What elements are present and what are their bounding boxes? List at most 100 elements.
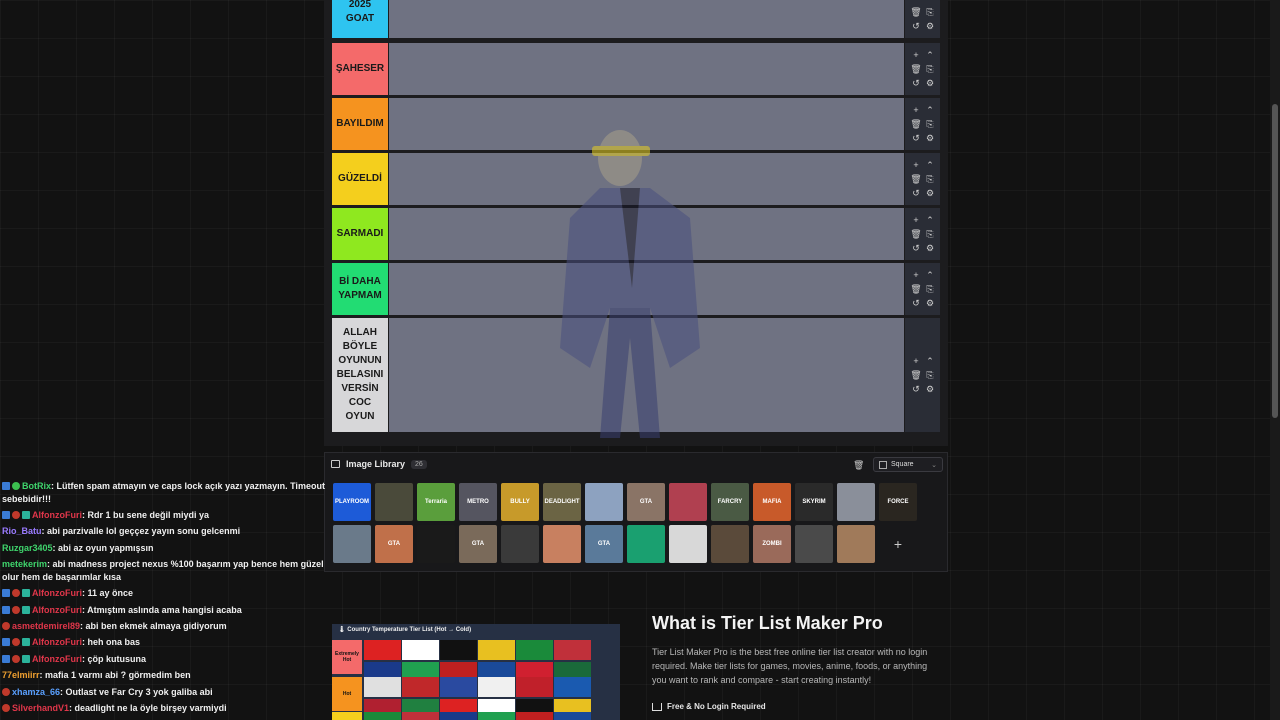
library-thumbnail[interactable] — [669, 483, 707, 521]
library-thumbnail[interactable] — [795, 525, 833, 563]
add-icon[interactable]: + — [909, 354, 923, 368]
settings-icon[interactable]: ⚙ — [923, 186, 937, 200]
badge-icon — [12, 638, 20, 647]
library-thumbnail[interactable]: GTA — [585, 525, 623, 563]
chat-username[interactable]: metekerim — [2, 559, 47, 569]
reset-icon[interactable]: ↺ — [909, 186, 923, 200]
library-thumbnail[interactable] — [501, 525, 539, 563]
add-icon[interactable]: + — [909, 48, 923, 62]
reset-icon[interactable]: ↺ — [909, 241, 923, 255]
tier-drop-zone[interactable] — [389, 43, 904, 95]
add-icon[interactable]: + — [909, 158, 923, 172]
add-image-button[interactable]: + — [879, 525, 917, 563]
settings-icon[interactable]: ⚙ — [923, 76, 937, 90]
tier-drop-zone[interactable] — [389, 318, 904, 432]
library-thumbnail[interactable]: SKYRIM — [795, 483, 833, 521]
copy-icon[interactable]: ⎘ — [923, 62, 937, 76]
library-thumbnail[interactable] — [711, 525, 749, 563]
settings-icon[interactable]: ⚙ — [923, 241, 937, 255]
move-up-icon[interactable]: ⌃ — [923, 268, 937, 282]
tier-label[interactable]: ALLAH BÖYLE OYUNUN BELASINI VERSİN COC O… — [332, 318, 388, 432]
chat-username[interactable]: asmetdemirel89 — [12, 621, 80, 631]
chat-username[interactable]: Ruzgar3405 — [2, 543, 53, 553]
tier-label[interactable]: GÜZELDİ — [332, 153, 388, 205]
tier-drop-zone[interactable] — [389, 153, 904, 205]
trash-icon[interactable]: 🗑 — [909, 368, 923, 382]
chat-username[interactable]: 77elmiirr — [2, 670, 40, 680]
library-thumbnail[interactable] — [627, 525, 665, 563]
settings-icon[interactable]: ⚙ — [923, 131, 937, 145]
chat-username[interactable]: AlfonzoFuri — [32, 637, 82, 647]
trash-icon[interactable]: 🗑 — [909, 227, 923, 241]
chat-username[interactable]: xhamza_66 — [12, 687, 60, 697]
library-thumbnail[interactable]: PLAYROOM — [333, 483, 371, 521]
settings-icon[interactable]: ⚙ — [923, 19, 937, 33]
library-thumbnail[interactable]: FARCRY — [711, 483, 749, 521]
trash-icon[interactable]: 🗑 — [853, 460, 864, 471]
settings-icon[interactable]: ⚙ — [923, 382, 937, 396]
tier-drop-zone[interactable] — [389, 98, 904, 150]
library-thumbnail[interactable] — [543, 525, 581, 563]
library-thumbnail[interactable]: GTA — [375, 525, 413, 563]
chat-username[interactable]: SilverhandV1 — [12, 703, 69, 713]
tier-label[interactable]: ŞAHESER — [332, 43, 388, 95]
size-select[interactable]: Square ⌄ — [873, 457, 943, 472]
chat-username[interactable]: AlfonzoFuri — [32, 654, 82, 664]
trash-icon[interactable]: 🗑 — [909, 5, 923, 19]
library-thumbnail[interactable]: BULLY — [501, 483, 539, 521]
copy-icon[interactable]: ⎘ — [923, 368, 937, 382]
reset-icon[interactable]: ↺ — [909, 382, 923, 396]
tier-drop-zone[interactable] — [389, 208, 904, 260]
tier-label[interactable]: SARMADI — [332, 208, 388, 260]
add-icon[interactable]: + — [909, 213, 923, 227]
library-thumbnail[interactable]: Terraria — [417, 483, 455, 521]
scrollbar-thumb[interactable] — [1272, 104, 1278, 418]
library-thumbnail[interactable]: GTA — [459, 525, 497, 563]
copy-icon[interactable]: ⎘ — [923, 117, 937, 131]
library-thumbnail[interactable] — [417, 525, 455, 563]
library-thumbnail[interactable]: FORCE — [879, 483, 917, 521]
chat-username[interactable]: AlfonzoFuri — [32, 605, 82, 615]
tier-label[interactable]: 2025 GOAT — [332, 0, 388, 38]
tier-label[interactable]: BAYILDIM — [332, 98, 388, 150]
tier-label[interactable]: Bİ DAHA YAPMAM — [332, 263, 388, 315]
copy-icon[interactable]: ⎘ — [923, 227, 937, 241]
page-scrollbar[interactable] — [1270, 0, 1280, 720]
library-thumbnail[interactable]: ZOMBI — [753, 525, 791, 563]
library-thumbnail[interactable] — [837, 525, 875, 563]
chat-username[interactable]: Rio_Batu — [2, 526, 42, 536]
tier-drop-zone[interactable] — [389, 263, 904, 315]
chat-username[interactable]: AlfonzoFuri — [32, 510, 82, 520]
reset-icon[interactable]: ↺ — [909, 19, 923, 33]
trash-icon[interactable]: 🗑 — [909, 62, 923, 76]
reset-icon[interactable]: ↺ — [909, 296, 923, 310]
move-up-icon[interactable]: ⌃ — [923, 48, 937, 62]
tier-drop-zone[interactable] — [389, 0, 904, 38]
library-thumbnail[interactable] — [669, 525, 707, 563]
copy-icon[interactable]: ⎘ — [923, 5, 937, 19]
library-thumbnail[interactable]: MAFIA — [753, 483, 791, 521]
copy-icon[interactable]: ⎘ — [923, 282, 937, 296]
trash-icon[interactable]: 🗑 — [909, 172, 923, 186]
copy-icon[interactable]: ⎘ — [923, 172, 937, 186]
reset-icon[interactable]: ↺ — [909, 131, 923, 145]
settings-icon[interactable]: ⚙ — [923, 296, 937, 310]
move-up-icon[interactable]: ⌃ — [923, 354, 937, 368]
library-thumbnail[interactable] — [837, 483, 875, 521]
library-thumbnail[interactable]: METRO — [459, 483, 497, 521]
reset-icon[interactable]: ↺ — [909, 76, 923, 90]
chat-username[interactable]: AlfonzoFuri — [32, 588, 82, 598]
library-thumbnail[interactable] — [333, 525, 371, 563]
move-up-icon[interactable]: ⌃ — [923, 213, 937, 227]
library-thumbnail[interactable]: GTA — [627, 483, 665, 521]
library-thumbnail[interactable]: DEADLIGHT — [543, 483, 581, 521]
trash-icon[interactable]: 🗑 — [909, 282, 923, 296]
add-icon[interactable]: + — [909, 103, 923, 117]
add-icon[interactable]: + — [909, 268, 923, 282]
library-thumbnail[interactable] — [585, 483, 623, 521]
trash-icon[interactable]: 🗑 — [909, 117, 923, 131]
library-thumbnail[interactable] — [375, 483, 413, 521]
chat-username[interactable]: BotRix — [22, 481, 51, 491]
move-up-icon[interactable]: ⌃ — [923, 103, 937, 117]
move-up-icon[interactable]: ⌃ — [923, 158, 937, 172]
